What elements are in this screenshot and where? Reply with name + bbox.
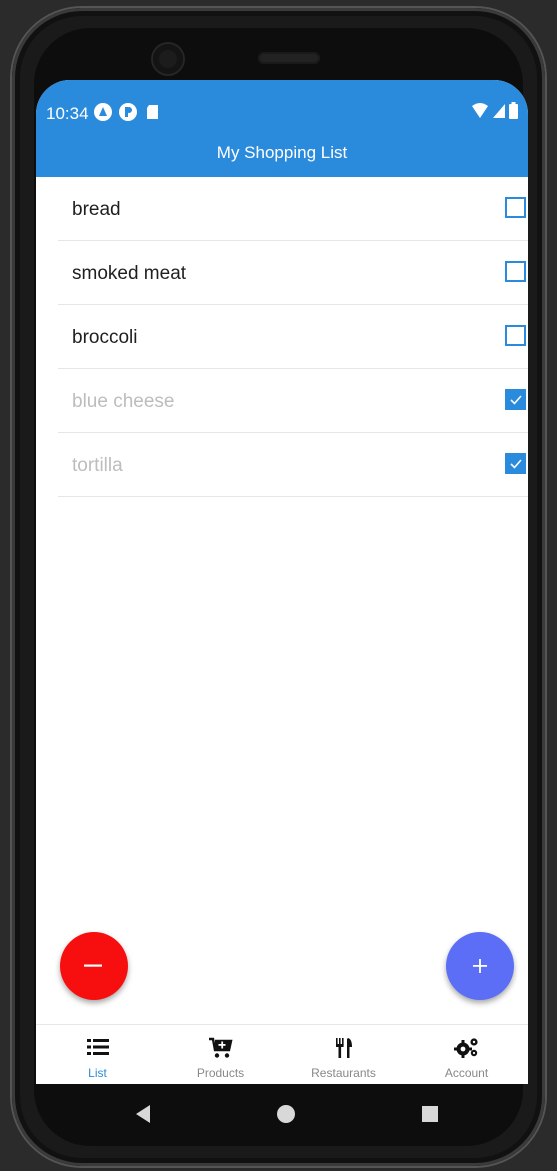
item-checkbox[interactable] [505, 261, 526, 282]
sd-card-icon [147, 105, 158, 119]
recents-icon[interactable] [421, 1105, 439, 1123]
item-checkbox[interactable] [505, 197, 526, 218]
nav-label: List [88, 1066, 107, 1080]
notification-play-icon [119, 103, 137, 121]
item-label: tortilla [72, 455, 123, 476]
checkmark-icon [510, 459, 522, 469]
checkmark-icon [510, 395, 522, 405]
nav-label: Account [444, 1066, 489, 1080]
home-icon[interactable] [276, 1104, 296, 1124]
item-label: broccoli [72, 327, 138, 348]
nav-tab-products[interactable]: Products [159, 1025, 282, 1084]
list-item[interactable]: bread [58, 177, 528, 241]
app-bar: 10:34 My Shopping List [36, 80, 528, 177]
front-camera [153, 44, 183, 74]
nav-tab-account[interactable]: Account [405, 1025, 528, 1084]
add-item-button[interactable] [446, 932, 514, 1000]
list-icon [86, 1039, 109, 1055]
item-label: bread [72, 199, 121, 220]
status-time: 10:34 [46, 104, 89, 123]
cart-icon [208, 1037, 232, 1058]
minus-icon [84, 964, 102, 967]
item-checkbox[interactable] [505, 453, 526, 474]
notification-a-icon [94, 103, 112, 121]
plus-icon [473, 959, 487, 973]
nav-tab-list[interactable]: List [36, 1025, 159, 1084]
wifi-icon [472, 102, 488, 118]
earpiece-speaker [258, 52, 320, 64]
nav-tab-restaurants[interactable]: Restaurants [282, 1025, 405, 1084]
list-item[interactable]: tortilla [58, 433, 528, 497]
utensils-icon [335, 1038, 352, 1058]
gears-icon [453, 1038, 478, 1058]
item-checkbox[interactable] [505, 389, 526, 410]
battery-icon [509, 102, 518, 119]
bottom-navigation: List Products Restaurants Account [36, 1024, 528, 1084]
item-checkbox[interactable] [505, 325, 526, 346]
app-screen: 10:34 My Shopping List bread smoked meat… [36, 80, 528, 1084]
remove-items-button[interactable] [60, 932, 128, 1000]
item-label: blue cheese [72, 391, 175, 412]
notification-icons [93, 102, 163, 122]
nav-label: Restaurants [311, 1066, 376, 1080]
back-icon[interactable] [132, 1102, 154, 1126]
system-navigation-bar [36, 1084, 528, 1144]
item-label: smoked meat [72, 263, 187, 284]
list-item[interactable]: broccoli [58, 305, 528, 369]
page-title: My Shopping List [216, 143, 348, 162]
signal-icon [493, 103, 505, 118]
list-item[interactable]: blue cheese [58, 369, 528, 433]
nav-label: Products [196, 1066, 245, 1080]
status-right-icons [471, 102, 518, 119]
shopping-list: bread smoked meat broccoli blue cheese t… [58, 177, 528, 497]
status-bar: 10:34 [36, 80, 528, 128]
list-item[interactable]: smoked meat [58, 241, 528, 305]
